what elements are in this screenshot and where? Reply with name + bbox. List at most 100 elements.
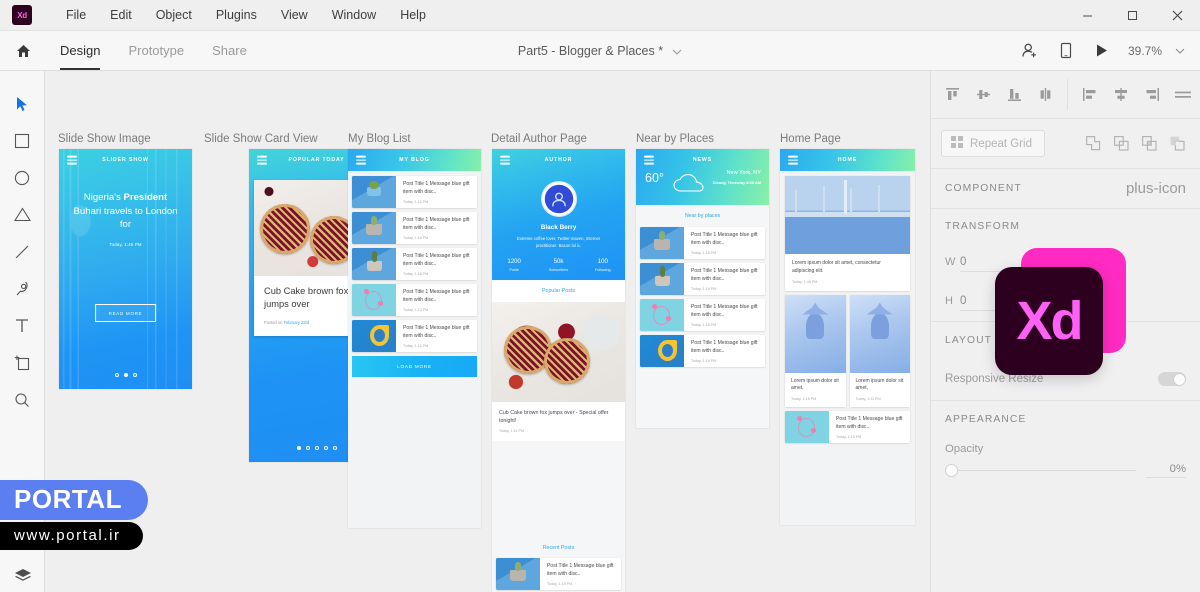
align-horizontal-center-icon[interactable]	[1030, 79, 1061, 110]
zoom-level-value[interactable]: 39.7%	[1120, 44, 1166, 58]
width-value[interactable]: 0	[960, 256, 1037, 272]
hamburger-menu-icon[interactable]	[500, 155, 510, 165]
align-vertical-center-icon[interactable]	[968, 79, 999, 110]
hero-meta: Today, 1:45 PM	[792, 279, 818, 284]
maximize-icon[interactable]	[1110, 0, 1155, 31]
artboard-label-slide-show-image[interactable]: Slide Show Image	[58, 133, 151, 145]
menu-item-help[interactable]: Help	[388, 4, 438, 26]
height-field[interactable]: H 0	[945, 295, 1037, 311]
boolean-intersect-icon[interactable]	[1136, 131, 1162, 157]
list-item[interactable]: Post Title 1 Message blue gift item with…	[352, 176, 477, 208]
repeat-grid-label: Repeat Grid	[970, 137, 1033, 150]
height-field-row: H 0	[931, 285, 1200, 321]
list-item[interactable]: Post Title 1 Message blue gift item with…	[352, 248, 477, 280]
menu-item-view[interactable]: View	[269, 4, 320, 26]
minimize-icon[interactable]	[1065, 0, 1110, 31]
magnifier-icon[interactable]	[0, 381, 45, 418]
list-item[interactable]: Post Title 1 Message blue gift item with…	[785, 411, 910, 443]
title-bar: Xd File Edit Object Plugins View Window …	[0, 0, 1200, 31]
artboard-slide-show-image[interactable]: SLIDER SHOW Nigeria's President Buhari t…	[59, 149, 192, 389]
grid-card[interactable]: Lorem ipsum dolor sit amet, Today, 1:11 …	[849, 294, 910, 407]
close-icon[interactable]	[1155, 0, 1200, 31]
artboard-label-detail-author-page[interactable]: Detail Author Page	[491, 133, 587, 145]
add-collaborator-icon[interactable]	[1012, 31, 1048, 70]
layers-stack-icon[interactable]	[0, 568, 45, 584]
distribute-horizontal-icon[interactable]	[1167, 79, 1198, 110]
menu-item-window[interactable]: Window	[320, 4, 388, 26]
home-icon[interactable]	[0, 31, 46, 70]
home-list: Post Title 1 Message blue gift item with…	[780, 407, 915, 443]
select-tool[interactable]	[0, 85, 45, 122]
height-value[interactable]: 0	[960, 295, 1037, 311]
menu-item-object[interactable]: Object	[144, 4, 204, 26]
artboard-plus-icon[interactable]	[0, 344, 45, 381]
hamburger-menu-icon[interactable]	[644, 155, 654, 165]
navbar: SLIDER SHOW	[59, 149, 192, 171]
distribute-left-icon[interactable]	[1074, 79, 1105, 110]
list-item[interactable]: Post Title 1 Message blue gift item with…	[352, 284, 477, 316]
nearby-post-list: Post Title 1 Message blue gift item with…	[636, 227, 769, 367]
tab-share[interactable]: Share	[198, 31, 261, 70]
list-item[interactable]: Post Title 1 Message blue gift item with…	[640, 335, 765, 367]
artboard-detail-author-page[interactable]: AUTHOR Black Berry Extreme coffee lover,…	[492, 149, 625, 592]
mobile-device-icon[interactable]	[1048, 31, 1084, 70]
list-item[interactable]: Post Title 1 Message blue gift item with…	[640, 299, 765, 331]
artboard-label-my-blog-list[interactable]: My Blog List	[348, 133, 411, 145]
menu-item-edit[interactable]: Edit	[98, 4, 144, 26]
artboard-label-slide-show-card-view[interactable]: Slide Show Card View	[204, 133, 318, 145]
load-more-button[interactable]: LOAD MORE	[352, 356, 477, 377]
artboard-my-blog-list[interactable]: MY BLOG Post Title 1 Message blue gift i…	[348, 149, 481, 528]
list-item[interactable]: Post Title 1 Message blue gift item with…	[352, 320, 477, 352]
list-item[interactable]: Post Title 1 Message blue gift item with…	[640, 227, 765, 259]
plus-icon[interactable]: plus-icon	[1126, 181, 1186, 196]
repeat-grid-button[interactable]: Repeat Grid	[941, 130, 1046, 157]
align-top-icon[interactable]	[937, 79, 968, 110]
hamburger-menu-icon[interactable]	[67, 155, 77, 165]
opacity-slider-knob[interactable]	[945, 464, 958, 477]
opacity-slider[interactable]	[945, 464, 1136, 478]
chevron-down-icon[interactable]	[1166, 31, 1194, 70]
pen-tool[interactable]	[0, 270, 45, 307]
triangle-tool[interactable]	[0, 196, 45, 233]
post-meta: Today, 1:15 PM	[403, 199, 429, 204]
mode-tabs: Design Prototype Share	[46, 31, 261, 70]
boolean-subtract-icon[interactable]	[1108, 131, 1134, 157]
opacity-value[interactable]: 0%	[1146, 463, 1186, 478]
boolean-exclude-icon[interactable]	[1164, 131, 1190, 157]
carousel-dots[interactable]	[59, 373, 192, 377]
featured-text: Cub Cake brown fox jumps over - Special …	[492, 402, 625, 441]
distribute-right-icon[interactable]	[1136, 79, 1167, 110]
ellipse-tool[interactable]	[0, 159, 45, 196]
design-canvas[interactable]: Slide Show Image Slide Show Card View My…	[45, 71, 930, 592]
line-tool[interactable]	[0, 233, 45, 270]
hamburger-menu-icon[interactable]	[788, 155, 798, 165]
rectangle-tool[interactable]	[0, 122, 45, 159]
artboard-label-home-page[interactable]: Home Page	[780, 133, 841, 145]
menu-item-file[interactable]: File	[54, 4, 98, 26]
text-t-icon[interactable]	[0, 307, 45, 344]
list-item[interactable]: Post Title 1 Message blue gift item with…	[352, 212, 477, 244]
width-field[interactable]: W 0	[945, 256, 1037, 272]
play-icon[interactable]	[1084, 31, 1120, 70]
list-item[interactable]: Post Title 1 Message blue gift item with…	[496, 558, 621, 590]
list-item[interactable]: Post Title 1 Message blue gift item with…	[640, 263, 765, 295]
boolean-add-icon[interactable]	[1080, 131, 1106, 157]
home-hero-card[interactable]: Lorem ipsum dolor sit amet, consectetur …	[780, 171, 915, 291]
tab-prototype[interactable]: Prototype	[114, 31, 198, 70]
temperature-value: 60°	[645, 171, 664, 185]
artboard-home-page[interactable]: HOME Lorem ipsum dolor sit amet, consect…	[780, 149, 915, 525]
align-bottom-icon[interactable]	[999, 79, 1030, 110]
hamburger-menu-icon[interactable]	[356, 155, 366, 165]
responsive-resize-toggle[interactable]	[1158, 372, 1186, 386]
read-more-button[interactable]: READ MORE	[94, 304, 157, 322]
grid-card[interactable]: Lorem ipsum dolor sit amet, Today, 1:15 …	[785, 294, 846, 407]
menu-item-plugins[interactable]: Plugins	[204, 4, 269, 26]
distribute-vertical-icon[interactable]	[1105, 79, 1136, 110]
lock-aspect-ratio-icon[interactable]	[1043, 249, 1056, 280]
chevron-down-icon[interactable]	[672, 44, 682, 58]
post-title: Post Title 1 Message blue gift item with…	[403, 181, 470, 195]
artboard-near-by-places[interactable]: NEWS 60° New York, NY Cloudy, Thursday 8…	[636, 149, 769, 428]
hamburger-menu-icon[interactable]	[257, 155, 267, 165]
artboard-label-near-by-places[interactable]: Near by Places	[636, 133, 714, 145]
tab-design[interactable]: Design	[46, 31, 114, 70]
